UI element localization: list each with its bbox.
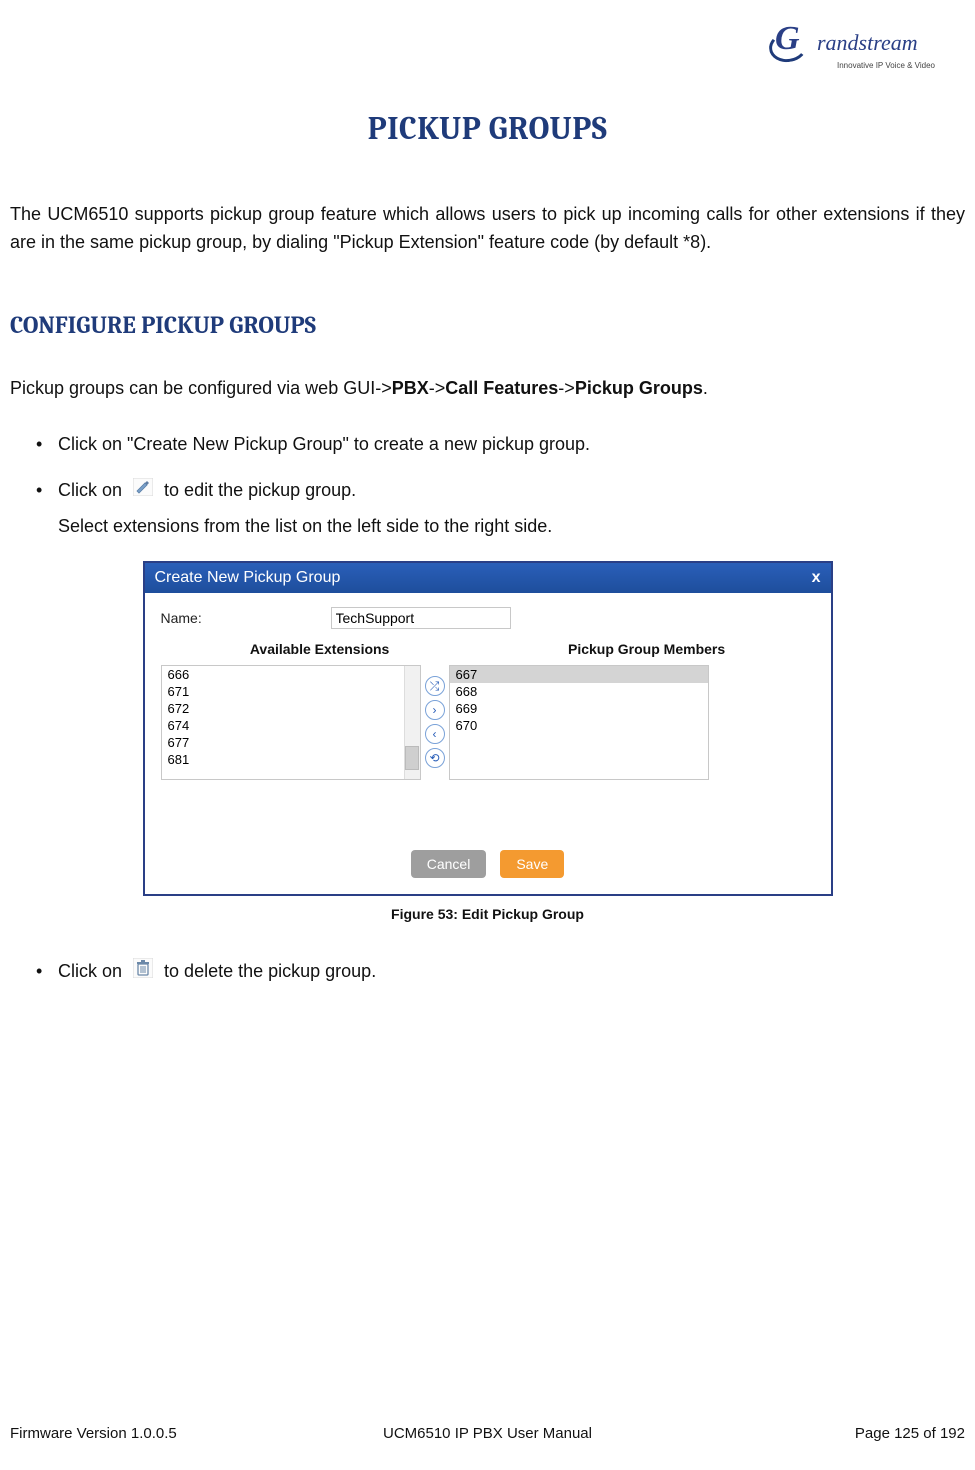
figure-caption: Figure 53: Edit Pickup Group	[10, 906, 965, 922]
footer-manual-title: UCM6510 IP PBX User Manual	[328, 1425, 646, 1442]
list-item[interactable]: 677	[162, 734, 420, 751]
page-title: PICKUP GROUPS	[10, 110, 965, 147]
list-item[interactable]: 672	[162, 700, 420, 717]
config-paragraph: Pickup groups can be configured via web …	[10, 375, 965, 403]
page-footer: Firmware Version 1.0.0.5 UCM6510 IP PBX …	[10, 1425, 965, 1442]
brand-logo-tagline: Innovative IP Voice & Video	[837, 61, 935, 70]
list-item[interactable]: 666	[162, 666, 420, 683]
brand-logo-mark: G	[765, 20, 821, 66]
pencil-icon	[133, 477, 153, 505]
config-sep1: ->	[429, 378, 446, 398]
list-item[interactable]: 668	[450, 683, 708, 700]
list-item[interactable]: 674	[162, 717, 420, 734]
footer-page-number: Page 125 of 192	[647, 1425, 965, 1442]
col-header-available: Available Extensions	[250, 641, 390, 657]
cancel-button[interactable]: Cancel	[411, 850, 487, 878]
bullet-edit-after: Select extensions from the list on the l…	[58, 513, 965, 541]
config-suffix: .	[703, 378, 708, 398]
bullet-delete: Click on to delete the pickup group.	[40, 958, 965, 987]
footer-firmware: Firmware Version 1.0.0.5	[10, 1425, 328, 1442]
bullet-delete-pre: Click on	[58, 961, 127, 981]
scrollbar[interactable]	[404, 666, 420, 779]
move-all-right-button[interactable]: ⤮	[425, 676, 445, 696]
config-sep2: ->	[558, 378, 575, 398]
list-item[interactable]: 667	[450, 666, 708, 683]
trash-icon	[133, 958, 153, 987]
list-item[interactable]: 671	[162, 683, 420, 700]
dialog-screenshot: Create New Pickup Group x Name: Availabl…	[143, 561, 833, 896]
dialog-titlebar: Create New Pickup Group x	[145, 563, 831, 593]
col-header-members: Pickup Group Members	[568, 641, 725, 657]
brand-logo: G randstream Innovative IP Voice & Video	[765, 18, 935, 68]
brand-logo-g: G	[775, 20, 800, 58]
config-bold-pickup-groups: Pickup Groups	[575, 378, 703, 398]
bullet-create-text: Click on "Create New Pickup Group" to cr…	[58, 434, 590, 454]
save-button[interactable]: Save	[500, 850, 564, 878]
config-bold-call-features: Call Features	[445, 378, 558, 398]
list-item[interactable]: 669	[450, 700, 708, 717]
config-bold-pbx: PBX	[392, 378, 429, 398]
config-prefix: Pickup groups can be configured via web …	[10, 378, 392, 398]
name-input[interactable]	[331, 607, 511, 629]
close-icon[interactable]: x	[812, 569, 821, 587]
available-list[interactable]: 666 671 672 674 677 681	[161, 665, 421, 780]
bullet-create: Click on "Create New Pickup Group" to cr…	[40, 431, 965, 459]
bullet-delete-post: to delete the pickup group.	[164, 961, 376, 981]
brand-logo-text: randstream	[817, 30, 918, 56]
intro-paragraph: The UCM6510 supports pickup group featur…	[10, 201, 965, 257]
bullet-edit-pre: Click on	[58, 480, 127, 500]
name-label: Name:	[161, 610, 331, 626]
move-left-button[interactable]: ‹	[425, 724, 445, 744]
bullet-edit-post: to edit the pickup group.	[164, 480, 356, 500]
members-list[interactable]: 667 668 669 670	[449, 665, 709, 780]
list-item[interactable]: 670	[450, 717, 708, 734]
list-item[interactable]: 681	[162, 751, 420, 768]
bullet-edit: Click on to edit the pickup group. Selec…	[40, 477, 965, 541]
section-heading: CONFIGURE PICKUP GROUPS	[10, 311, 965, 339]
move-all-left-button[interactable]: ⟲	[425, 748, 445, 768]
move-right-button[interactable]: ›	[425, 700, 445, 720]
dialog-title: Create New Pickup Group	[155, 569, 341, 587]
